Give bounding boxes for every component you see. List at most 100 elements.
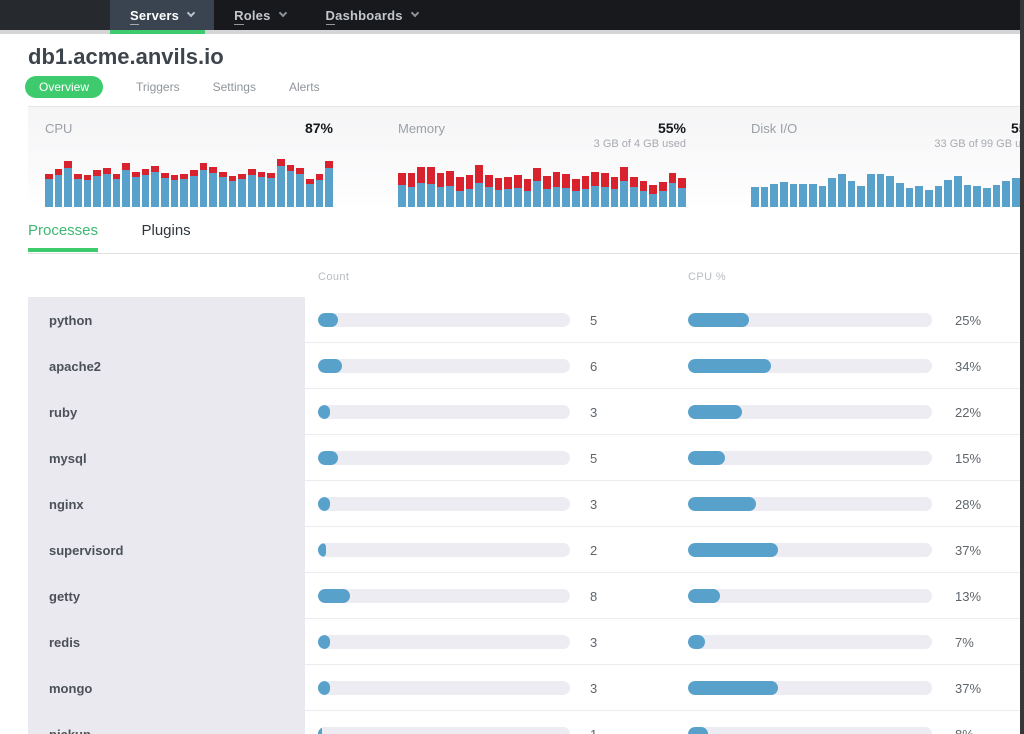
chart-bar: [238, 174, 246, 207]
chart-bar: [591, 172, 599, 207]
count-bar: [318, 451, 570, 465]
chart-bar: [171, 175, 179, 207]
table-row[interactable]: python525%: [28, 297, 1024, 343]
chevron-down-icon: [410, 9, 418, 17]
chart-bar: [751, 187, 759, 207]
disk-io-chart[interactable]: Disk I/O 55% 33 GB of 99 GB used: [751, 120, 1024, 209]
chart-bar: [161, 173, 169, 207]
disk-io-chart-label: Disk I/O: [751, 121, 797, 136]
chart-bar: [649, 185, 657, 207]
count-bar-fill: [318, 727, 322, 734]
chart-bar: [316, 174, 324, 207]
chart-bar: [277, 159, 285, 207]
count-value: 8: [590, 589, 597, 604]
chart-bar: [906, 188, 914, 207]
nav-item-servers[interactable]: Servers: [110, 0, 214, 30]
chart-bar: [64, 161, 72, 207]
cpu-bar-fill: [688, 497, 756, 511]
table-row[interactable]: ruby322%: [28, 389, 1024, 435]
chart-bar: [790, 184, 798, 207]
count-value: 5: [590, 313, 597, 328]
chevron-down-icon: [187, 9, 195, 17]
chart-bar: [572, 179, 580, 207]
count-value: 3: [590, 497, 597, 512]
process-metrics-cell: 322%: [305, 389, 1024, 435]
tab-plugins[interactable]: Plugins: [141, 222, 190, 248]
count-bar: [318, 497, 570, 511]
cpu-value: 22%: [955, 405, 981, 420]
table-row[interactable]: pickup18%: [28, 711, 1024, 734]
count-value: 1: [590, 727, 597, 734]
tab-alerts[interactable]: Alerts: [289, 76, 320, 98]
count-value: 6: [590, 359, 597, 374]
chart-bar: [553, 172, 561, 207]
process-metrics-cell: 37%: [305, 619, 1024, 665]
table-row[interactable]: nginx 3 28%: [28, 481, 1024, 527]
table-row[interactable]: getty813%: [28, 573, 1024, 619]
cpu-value: 28%: [955, 497, 981, 512]
process-metrics-cell: 634%: [305, 343, 1024, 389]
process-name: nginx: [28, 481, 305, 527]
chart-bar: [964, 185, 972, 207]
nav-item-roles[interactable]: Roles: [214, 0, 305, 30]
count-bar: [318, 359, 570, 373]
chart-bar: [770, 184, 778, 207]
chart-bar: [219, 172, 227, 207]
process-name: pickup: [28, 711, 305, 734]
table-row[interactable]: supervisord237%: [28, 527, 1024, 573]
chart-bar: [838, 174, 846, 207]
tab-triggers[interactable]: Triggers: [136, 76, 180, 98]
table-row[interactable]: mysql515%: [28, 435, 1024, 481]
chart-bar: [524, 179, 532, 207]
cpu-value: 13%: [955, 589, 981, 604]
table-row[interactable]: apache2634%: [28, 343, 1024, 389]
tab-processes[interactable]: Processes: [28, 222, 98, 252]
chart-bar: [601, 173, 609, 207]
cpu-bar: [688, 589, 932, 603]
chart-bar: [408, 173, 416, 207]
chart-bar: [1012, 178, 1020, 207]
chart-bar: [780, 182, 788, 207]
table-row[interactable]: redis37%: [28, 619, 1024, 665]
chart-bar: [296, 168, 304, 207]
chart-bar: [896, 183, 904, 207]
chart-bar: [398, 173, 406, 207]
chart-bar: [446, 171, 454, 207]
chart-bar: [504, 177, 512, 207]
cpu-bars: [45, 157, 333, 207]
count-value: 3: [590, 635, 597, 650]
server-tabs: Overview Triggers Settings Alerts: [25, 76, 1024, 98]
nav-item-dashboards[interactable]: Dashboards: [306, 0, 438, 30]
memory-chart-value: 55%: [658, 120, 686, 136]
process-name: mongo: [28, 665, 305, 711]
cpu-bar: [688, 497, 932, 511]
disk-io-chart-subtitle: 33 GB of 99 GB used: [934, 138, 1024, 150]
table-row[interactable]: mongo337%: [28, 665, 1024, 711]
cpu-bar-fill: [688, 681, 778, 695]
chart-bar: [983, 188, 991, 207]
chart-bar: [799, 184, 807, 207]
tab-settings[interactable]: Settings: [213, 76, 256, 98]
process-metrics-cell: 525%: [305, 297, 1024, 343]
memory-bars: [398, 157, 686, 207]
top-nav: Servers Roles Dashboards: [0, 0, 1024, 30]
chart-bar: [848, 181, 856, 207]
count-bar: [318, 313, 570, 327]
chart-bar: [103, 168, 111, 207]
cpu-bar: [688, 543, 932, 557]
tab-overview[interactable]: Overview: [25, 76, 103, 98]
chart-bar: [935, 186, 943, 207]
process-name: supervisord: [28, 527, 305, 573]
chart-bar: [640, 181, 648, 207]
process-metrics-cell: 515%: [305, 435, 1024, 481]
cpu-value: 37%: [955, 543, 981, 558]
window-right-edge: [1020, 0, 1024, 734]
cpu-chart[interactable]: CPU 87%: [45, 120, 333, 209]
cpu-bar-fill: [688, 451, 725, 465]
count-bar-fill: [318, 359, 342, 373]
count-bar-fill: [318, 635, 330, 649]
cpu-chart-value: 87%: [305, 120, 333, 136]
chart-bar: [437, 173, 445, 207]
chart-bar: [74, 174, 82, 207]
memory-chart[interactable]: Memory 55% 3 GB of 4 GB used: [398, 120, 686, 209]
